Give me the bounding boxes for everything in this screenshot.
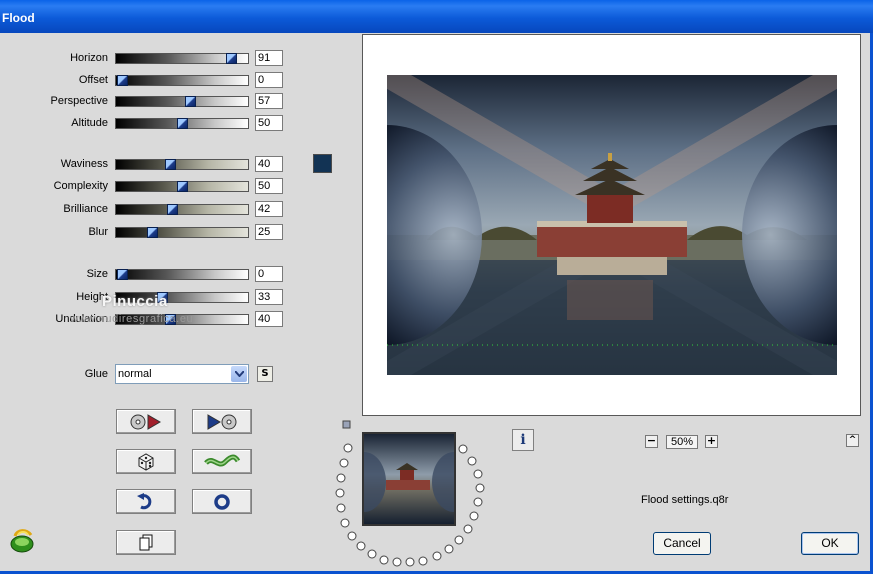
slider-thumb-size[interactable] <box>117 269 128 280</box>
copy-button[interactable] <box>116 530 176 555</box>
randomize-button[interactable] <box>116 449 176 474</box>
slider-horizon[interactable] <box>115 53 249 64</box>
slider-thumb-horizon[interactable] <box>226 53 238 64</box>
slider-size[interactable] <box>115 269 249 280</box>
value-field-perspective[interactable]: 57 <box>255 93 283 109</box>
color-swatch[interactable] <box>313 154 332 173</box>
value-field-offset[interactable]: 0 <box>255 72 283 88</box>
slider-blur[interactable] <box>115 227 249 238</box>
label-brilliance: Brilliance <box>63 203 108 215</box>
label-offset: Offset <box>78 74 108 86</box>
info-button[interactable]: i <box>512 429 534 451</box>
glue-label: Glue <box>84 368 108 380</box>
wave-button[interactable] <box>192 449 252 474</box>
watermark-name: Pinuccia <box>102 293 168 310</box>
zoom-level: 50% <box>666 435 698 449</box>
slider-thumb-altitude[interactable] <box>177 118 188 129</box>
slider-perspective[interactable] <box>115 96 249 107</box>
slider-altitude[interactable] <box>115 118 249 129</box>
ok-button[interactable]: OK <box>801 532 859 555</box>
glue-s-button[interactable]: S <box>257 366 273 382</box>
value-field-height[interactable]: 33 <box>255 289 283 305</box>
label-size: Size <box>86 268 108 280</box>
cancel-button[interactable]: Cancel <box>653 532 711 555</box>
dice-icon <box>138 452 154 471</box>
collapse-button[interactable]: ^ <box>846 434 859 447</box>
settings-filename: Flood settings.q8r <box>641 494 729 506</box>
slider-thumb-complexity[interactable] <box>177 181 188 192</box>
glue-select-value: normal <box>118 368 152 380</box>
slider-offset[interactable] <box>115 75 249 86</box>
title-bar: Flood <box>0 0 873 33</box>
slider-complexity[interactable] <box>115 181 249 192</box>
value-field-undulation[interactable]: 40 <box>255 311 283 327</box>
previous-button[interactable] <box>116 409 176 434</box>
label-blur: Blur <box>88 226 108 238</box>
watermark-site: www.nudiresgrafica.eu <box>70 313 194 325</box>
preview-panel <box>362 34 861 416</box>
label-horizon: Horizon <box>70 52 108 64</box>
play-forward-icon <box>207 413 237 430</box>
glue-select[interactable]: normal <box>115 364 249 384</box>
undo-arrow-icon <box>137 492 152 509</box>
label-complexity: Complexity <box>53 180 108 192</box>
play-back-icon <box>130 413 161 430</box>
preview-image[interactable] <box>387 75 837 375</box>
reset-button[interactable] <box>192 489 252 514</box>
slider-waviness[interactable] <box>115 159 249 170</box>
plugin-logo-icon <box>10 529 34 553</box>
slider-thumb-waviness[interactable] <box>165 159 176 170</box>
zoom-in-button[interactable]: + <box>705 435 718 448</box>
label-altitude: Altitude <box>71 117 108 129</box>
value-field-complexity[interactable]: 50 <box>255 178 283 194</box>
slider-thumb-blur[interactable] <box>147 227 158 238</box>
next-button[interactable] <box>192 409 252 434</box>
label-waviness: Waviness <box>60 158 108 170</box>
ring-icon <box>214 493 230 510</box>
value-field-waviness[interactable]: 40 <box>255 156 283 172</box>
zoom-out-button[interactable]: − <box>645 435 658 448</box>
slider-thumb-perspective[interactable] <box>185 96 197 107</box>
value-field-brilliance[interactable]: 42 <box>255 201 283 217</box>
slider-brilliance[interactable] <box>115 204 249 215</box>
copy-icon <box>139 534 153 550</box>
chevron-down-icon[interactable] <box>231 366 247 382</box>
slider-thumb-brilliance[interactable] <box>167 204 179 215</box>
value-field-altitude[interactable]: 50 <box>255 115 283 131</box>
undo-button[interactable] <box>116 489 176 514</box>
navigator-thumbnail[interactable] <box>362 432 456 526</box>
slider-thumb-offset[interactable] <box>117 75 128 86</box>
wave-icon <box>204 454 240 466</box>
window-title: Flood <box>2 11 35 25</box>
value-field-size[interactable]: 0 <box>255 266 283 282</box>
label-height: Height <box>76 291 108 303</box>
value-field-blur[interactable]: 25 <box>255 224 283 240</box>
label-perspective: Perspective <box>50 95 108 107</box>
value-field-horizon[interactable]: 91 <box>255 50 283 66</box>
